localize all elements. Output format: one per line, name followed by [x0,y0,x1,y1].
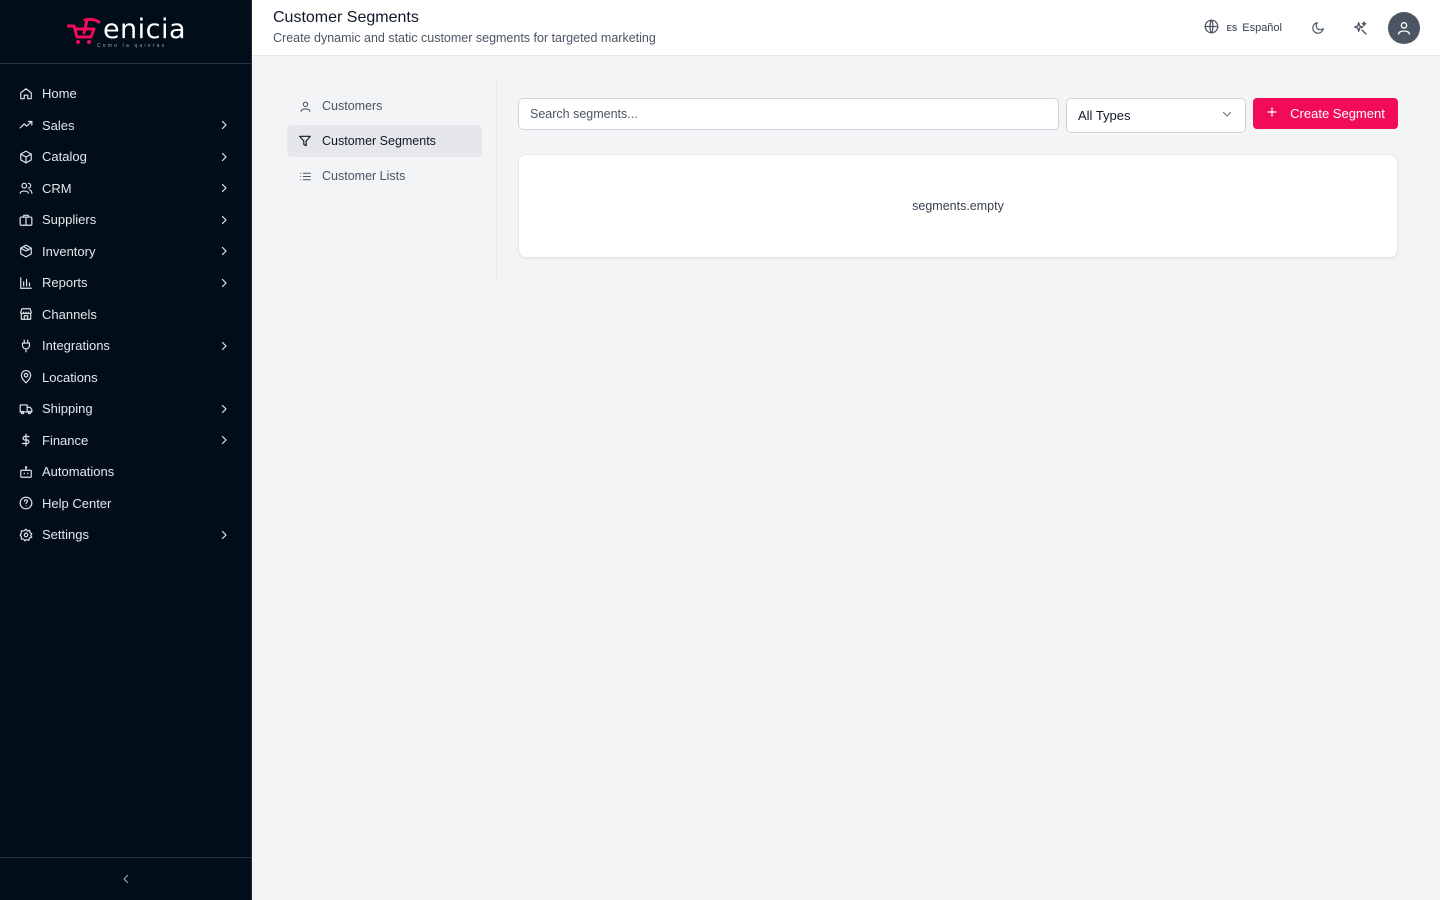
sidebar-item-automations[interactable]: Automations [0,456,251,488]
sidebar-item-label: Home [42,86,77,102]
chevron-right-icon [217,276,231,290]
sparkles-icon [1354,21,1367,35]
ai-assistant-button[interactable] [1346,14,1374,42]
sidebar-item-settings[interactable]: Settings [0,519,251,551]
create-segment-label: Create Segment [1290,106,1385,121]
chevron-right-icon [217,402,231,416]
chevron-right-icon [217,528,231,542]
sidebar-item-label: Locations [42,369,98,385]
sidebar-item-label: Reports [42,275,88,291]
subnav-item-customer-lists[interactable]: Customer Lists [287,160,482,192]
subnav-item-label: Customers [322,99,383,113]
sidebar-item-inventory[interactable]: Inventory [0,236,251,268]
subnav-item-customers[interactable]: Customers [287,90,482,122]
brand-name: enicia [102,14,187,45]
type-filter-select[interactable]: All Types [1066,98,1246,133]
list-icon [298,169,312,183]
sidebar-item-crm[interactable]: CRM [0,173,251,205]
cart-logo-icon [65,17,101,47]
language-switcher[interactable]: ES Español [1204,19,1282,37]
sidebar-item-label: Inventory [42,243,96,259]
language-label: Español [1242,22,1282,34]
help-circle-icon [18,495,34,511]
search-input[interactable] [518,98,1059,130]
sidebar-nav: Home Sales Catalog CRM Suppliers Invento… [0,64,251,551]
sidebar-item-shipping[interactable]: Shipping [0,393,251,425]
header-actions: ES Español [1204,11,1420,45]
trending-up-icon [18,117,34,133]
chevron-right-icon [217,118,231,132]
plus-icon [1266,106,1278,121]
subnav-item-label: Customer Lists [322,169,406,183]
sidebar-footer [0,857,251,900]
theme-toggle-button[interactable] [1304,14,1332,42]
brand-tagline: Como la quieras [96,42,167,49]
sidebar-item-locations[interactable]: Locations [0,362,251,394]
filter-icon [298,134,312,148]
users-icon [18,180,34,196]
segments-empty-state: segments.empty [518,154,1398,258]
sidebar-item-home[interactable]: Home [0,78,251,110]
home-icon [18,86,34,102]
customers-subnav: Customers Customer Segments Customer Lis… [287,78,497,280]
user-avatar[interactable] [1388,12,1420,44]
user-icon [298,99,312,113]
type-filter-value: All Types [1078,108,1131,123]
chevron-right-icon [217,433,231,447]
sidebar-item-label: Shipping [42,401,93,417]
create-segment-button[interactable]: Create Segment [1253,98,1398,129]
empty-message: segments.empty [912,199,1004,213]
gear-icon [18,527,34,543]
sidebar-item-label: Catalog [42,149,87,165]
sidebar-item-label: CRM [42,180,72,196]
moon-icon [1312,22,1324,34]
box-icon [18,149,34,165]
collapse-sidebar-button[interactable] [116,869,136,889]
brand-logo[interactable]: enicia Como la quieras [65,14,187,49]
sidebar-item-label: Finance [42,432,89,448]
sidebar-item-label: Help Center [42,495,112,511]
briefcase-icon [18,212,34,228]
chevron-right-icon [217,181,231,195]
logo-area: enicia Como la quieras [0,0,251,64]
sidebar-item-label: Settings [42,527,89,543]
chevron-down-icon [1221,108,1233,123]
user-icon [1398,22,1410,35]
chevron-left-icon [122,874,128,884]
store-icon [18,306,34,322]
chevron-right-icon [217,213,231,227]
chevron-right-icon [217,244,231,258]
dollar-icon [18,432,34,448]
sidebar-item-label: Sales [42,117,75,133]
truck-icon [18,401,34,417]
sidebar-item-finance[interactable]: Finance [0,425,251,457]
sidebar-item-channels[interactable]: Channels [0,299,251,331]
sidebar-item-suppliers[interactable]: Suppliers [0,204,251,236]
subnav-item-label: Customer Segments [322,134,436,148]
sidebar-item-catalog[interactable]: Catalog [0,141,251,173]
chevron-right-icon [217,339,231,353]
sidebar-item-label: Automations [42,464,115,480]
page-header: Customer Segments Create dynamic and sta… [252,0,1440,56]
bot-icon [18,464,34,480]
sidebar-item-sales[interactable]: Sales [0,110,251,142]
chevron-right-icon [217,150,231,164]
page-title: Customer Segments [273,9,419,26]
page-subtitle: Create dynamic and static customer segme… [273,31,656,45]
sidebar-item-label: Suppliers [42,212,97,228]
map-pin-icon [18,369,34,385]
sidebar-item-integrations[interactable]: Integrations [0,330,251,362]
sidebar-item-help-center[interactable]: Help Center [0,488,251,520]
sidebar-item-label: Integrations [42,338,110,354]
sidebar-item-label: Channels [42,306,97,322]
subnav-item-customer-segments[interactable]: Customer Segments [287,125,482,157]
package-icon [18,243,34,259]
sidebar-item-reports[interactable]: Reports [0,267,251,299]
bar-chart-icon [18,275,34,291]
globe-icon [1204,19,1219,37]
language-code: ES [1226,23,1238,33]
sidebar: enicia Como la quieras Home Sales Catalo… [0,0,252,900]
plug-icon [18,338,34,354]
